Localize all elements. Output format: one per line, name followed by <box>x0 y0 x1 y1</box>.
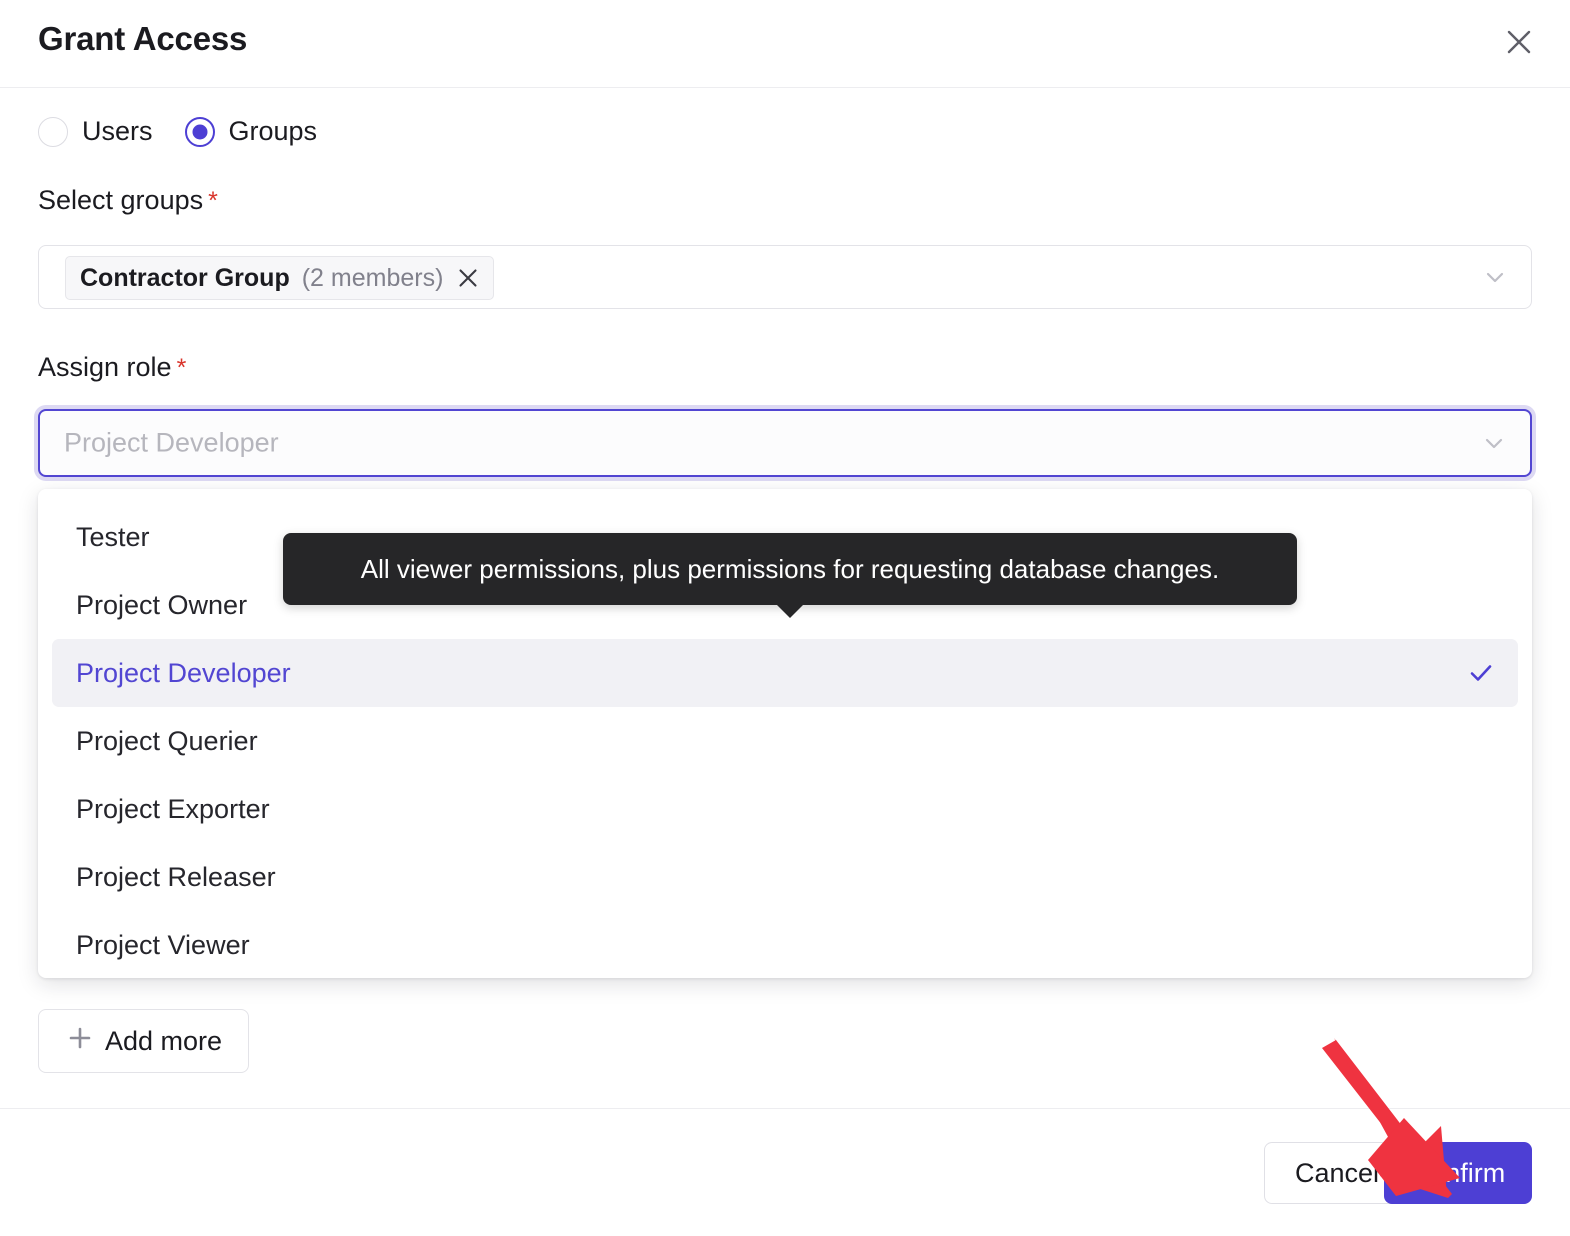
role-option-label: Tester <box>76 521 150 552</box>
dialog-header: Grant Access <box>0 0 1570 88</box>
select-groups-label-text: Select groups <box>38 185 204 215</box>
plus-icon <box>65 1023 95 1060</box>
close-button[interactable] <box>1494 17 1544 67</box>
role-option-label: Project Viewer <box>76 929 250 960</box>
radio-label-groups: Groups <box>228 116 318 146</box>
role-option-label: Project Releaser <box>76 861 276 892</box>
tooltip-text: All viewer permissions, plus permissions… <box>360 553 1220 584</box>
role-option-project-releaser[interactable]: Project Releaser <box>52 843 1518 911</box>
assign-role-label: Assign role * <box>38 352 186 383</box>
radio-indicator-groups[interactable] <box>184 116 215 147</box>
group-chip-member-count: (2 members) <box>301 263 444 292</box>
assign-role-placeholder: Project Developer <box>64 427 279 458</box>
radio-option-groups[interactable]: Groups <box>184 116 318 147</box>
role-option-project-querier[interactable]: Project Querier <box>52 707 1518 775</box>
scope-radio-group: Users Groups <box>38 116 317 147</box>
role-option-label: Project Owner <box>76 589 248 620</box>
add-more-button[interactable]: Add more <box>38 1009 250 1073</box>
page-title: Grant Access <box>38 20 248 57</box>
close-icon <box>1502 25 1536 59</box>
role-option-project-developer[interactable]: Project Developer <box>52 639 1518 707</box>
role-option-project-viewer[interactable]: Project Viewer <box>52 911 1518 979</box>
close-icon[interactable] <box>455 265 481 291</box>
assign-role-label-text: Assign role <box>38 352 172 382</box>
dialog-footer: Cancel Confirm <box>0 1108 1570 1236</box>
radio-indicator-users[interactable] <box>38 116 68 147</box>
role-option-label: Project Exporter <box>76 793 270 824</box>
radio-label-users: Users <box>82 116 153 146</box>
select-groups-input[interactable]: Contractor Group (2 members) <box>38 245 1532 309</box>
role-option-label: Project Querier <box>76 725 258 756</box>
group-chip-name: Contractor Group <box>80 263 290 292</box>
chevron-down-icon[interactable] <box>1481 263 1509 291</box>
role-option-label: Project Developer <box>76 657 291 688</box>
grant-access-dialog: Grant Access Users Groups Select groups *… <box>0 0 1570 1236</box>
required-asterisk-groups: * <box>208 187 218 215</box>
group-chip-contractor-group: Contractor Group (2 members) <box>65 256 495 300</box>
tooltip-arrow <box>776 604 804 618</box>
role-description-tooltip: All viewer permissions, plus permissions… <box>283 533 1297 618</box>
add-more-label: Add more <box>105 1025 223 1056</box>
radio-option-users[interactable]: Users <box>38 116 153 147</box>
role-option-project-exporter[interactable]: Project Exporter <box>52 775 1518 843</box>
assign-role-select[interactable]: Project Developer <box>38 409 1532 477</box>
confirm-button[interactable]: Confirm <box>1384 1142 1532 1204</box>
check-icon <box>1466 658 1496 688</box>
select-groups-label: Select groups * <box>38 185 218 216</box>
chevron-down-icon[interactable] <box>1480 429 1508 457</box>
required-asterisk-role: * <box>176 354 187 382</box>
